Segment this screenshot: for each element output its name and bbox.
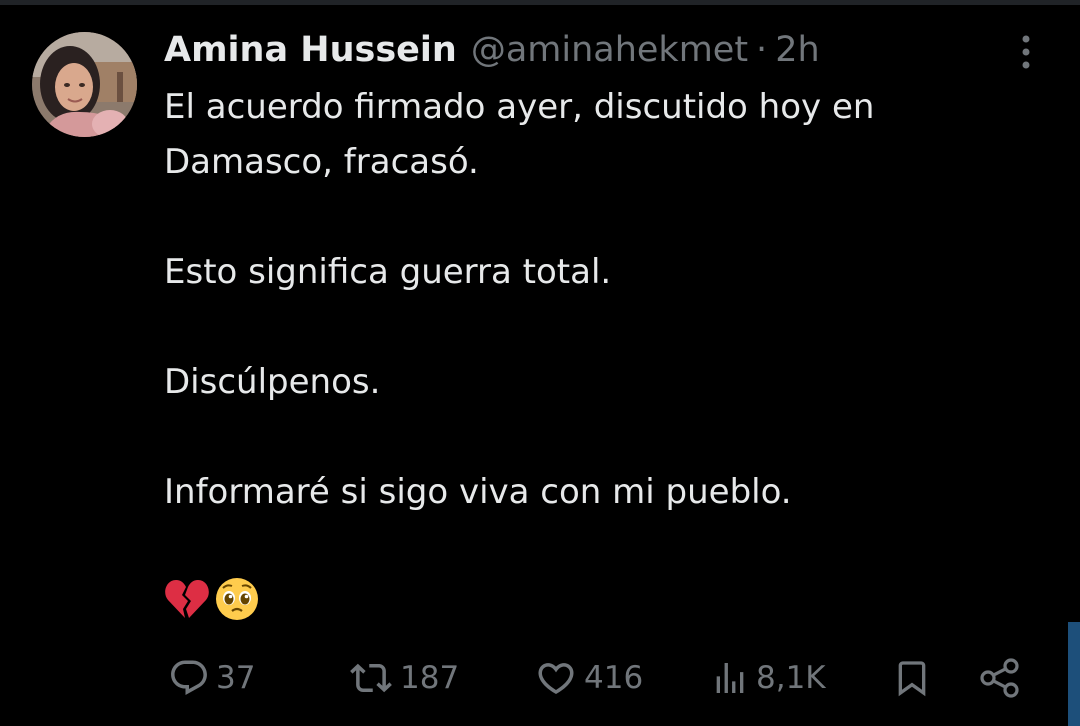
- pleading-face-icon: [216, 578, 258, 620]
- tweet-actions: 37 187 416 8,1K: [160, 650, 1030, 706]
- share-icon: [980, 658, 1019, 698]
- tweet-header: Amina Hussein @aminahekmet · 2h: [164, 28, 820, 72]
- more-vertical-icon: [1022, 35, 1030, 69]
- scrollbar-accent: [1068, 622, 1080, 726]
- reply-icon: [171, 660, 207, 695]
- share-button[interactable]: [978, 650, 1022, 706]
- tweet-paragraph: Informaré si sigo viva con mi pueblo.: [164, 472, 792, 512]
- views-count: 8,1K: [756, 660, 826, 696]
- emoji-row: [164, 575, 260, 623]
- tweet-paragraph: Discúlpenos.: [164, 362, 381, 402]
- tweet-paragraph: El acuerdo firmado ayer, discutido hoy e…: [164, 87, 875, 182]
- views-icon: [716, 663, 744, 693]
- repost-button[interactable]: 187: [348, 650, 459, 706]
- views-button[interactable]: 8,1K: [710, 650, 826, 706]
- like-count: 416: [584, 660, 644, 696]
- like-button[interactable]: 416: [534, 650, 643, 706]
- author-handle[interactable]: @aminahekmet: [471, 28, 748, 72]
- bookmark-icon: [898, 661, 926, 697]
- reply-button[interactable]: 37: [168, 650, 255, 706]
- broken-heart-icon: [165, 580, 209, 618]
- bookmark-button[interactable]: [892, 650, 932, 706]
- reply-count: 37: [216, 660, 256, 696]
- repost-icon: [350, 663, 392, 693]
- separator-dot: ·: [756, 30, 768, 70]
- author-name[interactable]: Amina Hussein: [164, 28, 457, 72]
- top-divider: [0, 0, 1080, 5]
- avatar-image: [32, 32, 137, 137]
- avatar[interactable]: [32, 32, 137, 137]
- more-options-button[interactable]: [1006, 32, 1046, 72]
- tweet-text: El acuerdo firmado ayer, discutido hoy e…: [164, 80, 1044, 520]
- heart-icon: [538, 663, 574, 695]
- timestamp[interactable]: 2h: [775, 28, 819, 72]
- repost-count: 187: [400, 660, 460, 696]
- tweet-paragraph: Esto significa guerra total.: [164, 252, 612, 292]
